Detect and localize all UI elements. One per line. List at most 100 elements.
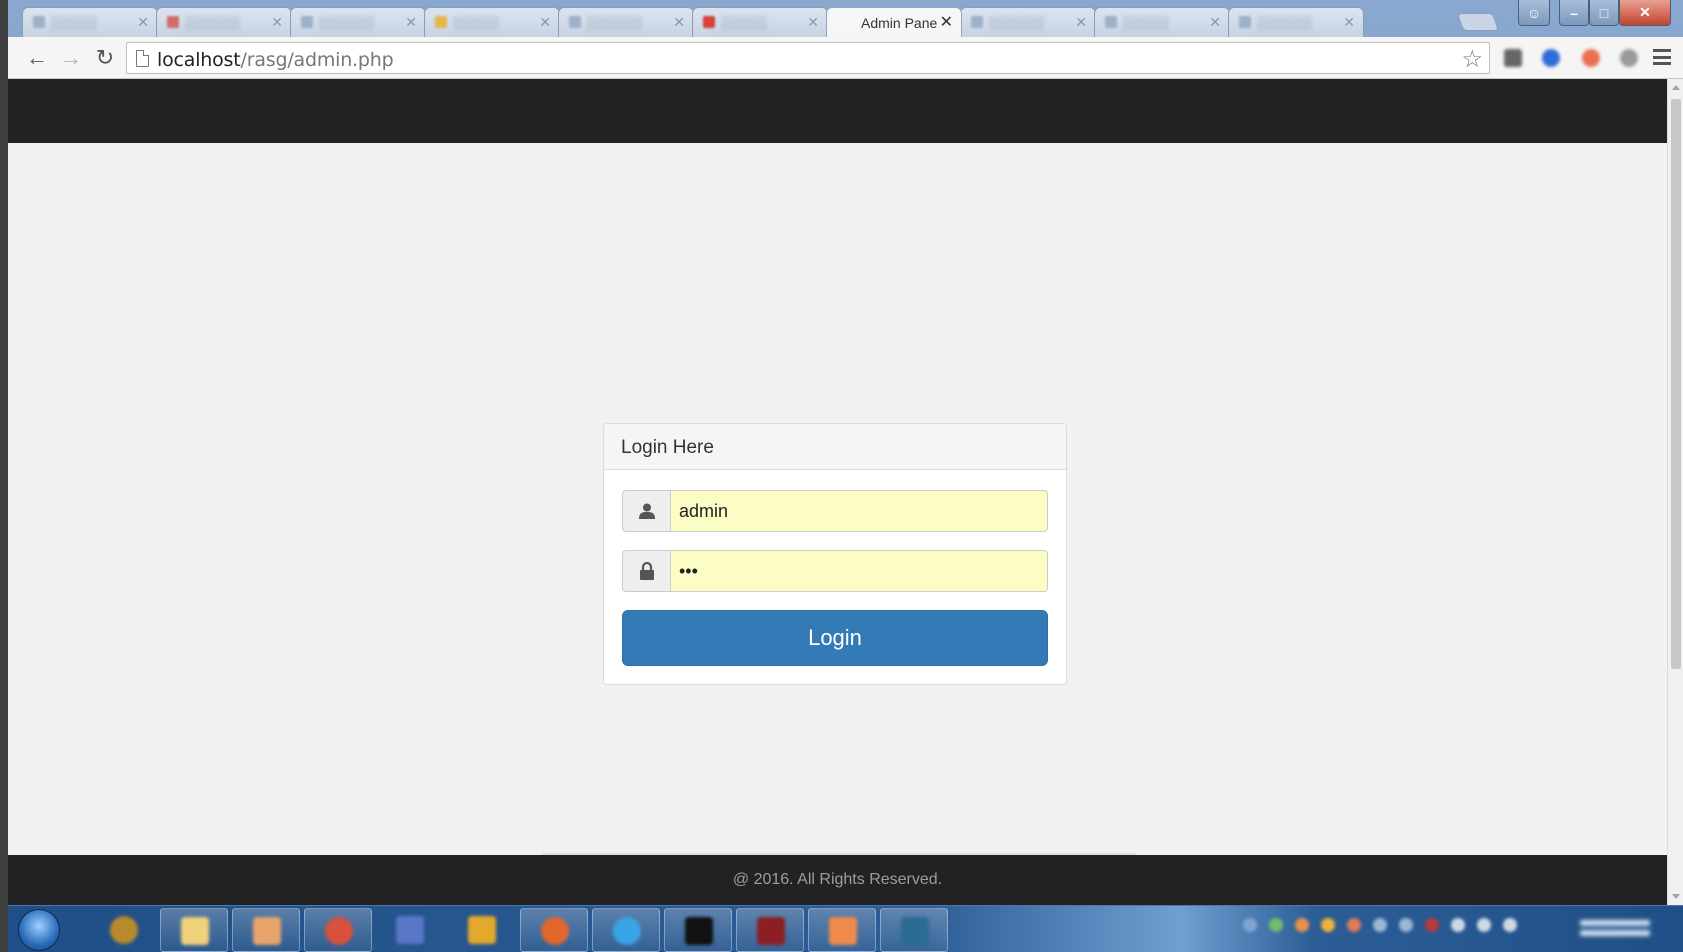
username-input[interactable]	[670, 490, 1048, 532]
os-taskbar	[8, 905, 1683, 952]
chrome-icon	[325, 917, 353, 945]
tab-close-icon[interactable]: ✕	[940, 12, 953, 32]
scroll-up-icon[interactable]	[1672, 85, 1680, 90]
tab-favicon	[1239, 16, 1251, 28]
tab[interactable]: ▒▒▒▒▒ ✕	[424, 7, 560, 37]
tray-icon[interactable]	[1373, 918, 1387, 932]
page-icon	[136, 50, 149, 67]
taskbar-app[interactable]	[736, 908, 804, 952]
taskbar-app[interactable]	[90, 908, 158, 952]
taskbar-app[interactable]	[664, 908, 732, 952]
lock-icon	[622, 550, 670, 592]
taskbar-app[interactable]	[160, 908, 228, 952]
login-button[interactable]: Login	[622, 610, 1048, 666]
forward-icon[interactable]: →	[58, 45, 84, 71]
reload-icon[interactable]: ↻	[92, 45, 118, 71]
back-icon[interactable]: ←	[24, 45, 50, 71]
scroll-down-icon[interactable]	[1672, 894, 1680, 899]
tab-close-icon[interactable]: ✕	[1343, 14, 1355, 31]
tab[interactable]: ▒▒▒▒▒▒ ✕	[558, 7, 694, 37]
taskbar-app[interactable]	[880, 908, 948, 952]
new-tab-button[interactable]	[1456, 13, 1500, 31]
tab[interactable]: ▒▒▒▒▒ ✕	[22, 7, 158, 37]
minimize-button[interactable]: –	[1559, 0, 1589, 26]
user-profile-icon[interactable]: ☺	[1518, 0, 1550, 26]
app-icon	[110, 916, 138, 944]
extension-icon[interactable]	[1504, 49, 1522, 67]
address-bar[interactable]: localhost/rasg/admin.php ☆	[126, 42, 1490, 74]
tab-close-icon[interactable]: ✕	[1209, 14, 1221, 31]
taskbar-app[interactable]	[304, 908, 372, 952]
tab-title: ▒▒▒▒▒	[453, 15, 500, 30]
tab-favicon	[569, 16, 581, 28]
app-icon	[901, 917, 929, 945]
tray-icon[interactable]	[1425, 918, 1439, 932]
close-window-button[interactable]: ✕	[1619, 0, 1671, 26]
tab[interactable]: ▒▒▒▒▒▒ ✕	[960, 7, 1096, 37]
maximize-button[interactable]: □	[1589, 0, 1619, 26]
tab[interactable]: ▒▒▒▒▒ ✕	[692, 7, 828, 37]
tab-strip: ▒▒▒▒▒ ✕ ▒▒▒▒▒▒ ✕ ▒▒▒▒▒▒ ✕ ▒▒▒▒▒ ✕ ▒▒▒▒▒▒ ✕ ▒▒…	[8, 0, 1683, 40]
active-tab-title: Admin Pane	[861, 15, 938, 31]
tab-close-icon[interactable]: ✕	[137, 14, 149, 31]
username-group	[622, 490, 1048, 532]
tab-close-icon[interactable]: ✕	[539, 14, 551, 31]
tab-title: ▒▒▒▒▒	[51, 15, 98, 30]
app-icon	[396, 916, 424, 944]
extension-icon[interactable]	[1582, 49, 1600, 67]
browser-menu-icon[interactable]	[1653, 49, 1671, 65]
tray-icon[interactable]	[1477, 918, 1491, 932]
bookmark-star-icon[interactable]: ☆	[1461, 45, 1483, 74]
taskbar-app[interactable]	[448, 908, 516, 952]
tray-icon[interactable]	[1399, 918, 1413, 932]
taskbar-app[interactable]	[520, 908, 588, 952]
system-tray	[1243, 918, 1517, 938]
tab[interactable]: ▒▒▒▒▒▒ ✕	[1228, 7, 1364, 37]
tab[interactable]: ▒▒▒▒▒▒ ✕	[156, 7, 292, 37]
footer-copyright: @ 2016. All Rights Reserved.	[732, 871, 943, 888]
system-clock[interactable]	[1580, 916, 1650, 944]
tray-icon[interactable]	[1321, 918, 1335, 932]
taskbar-app[interactable]	[592, 908, 660, 952]
taskbar-app[interactable]	[232, 908, 300, 952]
page-viewport: Login Here Login @ 2016. All Rights Rese…	[8, 79, 1667, 905]
windows-start-icon[interactable]	[18, 909, 60, 951]
app-icon	[253, 917, 281, 945]
tab-favicon	[1105, 16, 1117, 28]
tab[interactable]: ▒▒▒▒▒ ✕	[1094, 7, 1230, 37]
app-icon	[468, 916, 496, 944]
tab-title: ▒▒▒▒▒	[1123, 15, 1170, 30]
tray-icon[interactable]	[1295, 918, 1309, 932]
page-scrollbar[interactable]	[1667, 79, 1683, 905]
tab-close-icon[interactable]: ✕	[271, 14, 283, 31]
tray-icon[interactable]	[1451, 918, 1465, 932]
taskbar-app[interactable]	[376, 908, 444, 952]
tab-title: ▒▒▒▒▒▒	[587, 15, 643, 30]
tab-close-icon[interactable]: ✕	[405, 14, 417, 31]
tray-icon[interactable]	[1269, 918, 1283, 932]
extension-icon[interactable]	[1542, 49, 1560, 67]
tab[interactable]: ▒▒▒▒▒▒ ✕	[290, 7, 426, 37]
folder-icon	[181, 917, 209, 945]
url-host: localhost	[157, 49, 241, 71]
scrollbar-thumb[interactable]	[1671, 99, 1681, 669]
login-panel-heading: Login Here	[604, 424, 1066, 470]
tab-favicon	[971, 16, 983, 28]
tray-icon[interactable]	[1347, 918, 1361, 932]
extension-icon[interactable]	[1620, 49, 1638, 67]
browser-window: ▒▒▒▒▒ ✕ ▒▒▒▒▒▒ ✕ ▒▒▒▒▒▒ ✕ ▒▒▒▒▒ ✕ ▒▒▒▒▒▒ ✕ ▒▒…	[8, 0, 1683, 952]
tray-icon[interactable]	[1243, 918, 1257, 932]
tab-close-icon[interactable]: ✕	[807, 14, 819, 31]
site-footer: @ 2016. All Rights Reserved.	[8, 855, 1667, 905]
firefox-icon	[541, 917, 569, 945]
tab-close-icon[interactable]: ✕	[1075, 14, 1087, 31]
tab-favicon	[33, 16, 45, 28]
password-input[interactable]	[670, 550, 1048, 592]
user-icon	[622, 490, 670, 532]
taskbar-app[interactable]	[808, 908, 876, 952]
terminal-icon	[685, 917, 713, 945]
tab-favicon	[703, 16, 715, 28]
tab-close-icon[interactable]: ✕	[673, 14, 685, 31]
tab-active[interactable]: Admin Pane ✕	[826, 7, 962, 37]
tray-icon[interactable]	[1503, 918, 1517, 932]
